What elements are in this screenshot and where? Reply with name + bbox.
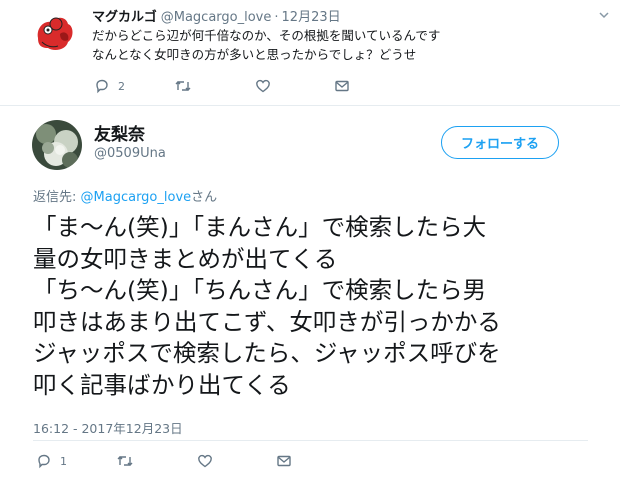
reply-to-prefix: 返信先: <box>33 190 81 205</box>
main-like-button[interactable] <box>197 453 213 469</box>
main-reply-button[interactable]: 1 <box>36 453 67 469</box>
main-retweet-button[interactable] <box>116 453 134 469</box>
main-handle[interactable]: @0509Una <box>94 146 166 161</box>
parent-reply-count: 2 <box>118 79 125 93</box>
parent-date[interactable]: 12月23日 <box>282 10 341 25</box>
parent-text-line: だからどこら辺が何千倍なのか、その根拠を聞いているんです <box>92 28 441 43</box>
parent-header: マグカルゴ @Magcargo_love · 12月23日 <box>92 6 341 25</box>
like-icon <box>197 453 213 469</box>
parent-tweet: マグカルゴ @Magcargo_love · 12月23日 だからどこら辺が何千倍なの… <box>0 0 620 106</box>
parent-action-bar: 2 <box>92 78 392 98</box>
reply-icon <box>36 453 52 469</box>
reply-icon <box>94 78 110 94</box>
tweet-text-line: 叩きはあまり出てこず、女叩きが引っかかる <box>33 307 501 336</box>
retweet-icon <box>116 453 134 469</box>
dm-icon <box>276 453 292 469</box>
main-display-name[interactable]: 友梨奈 <box>94 120 145 145</box>
reply-to-mention[interactable]: @Magcargo_love <box>81 190 192 205</box>
parent-retweet-button[interactable] <box>174 78 192 94</box>
tweet-text-line: 量の女叩きまとめが出てくる <box>33 244 338 273</box>
tweet-text-line: ジャッポスで検索したら、ジャッポス呼びを <box>33 339 501 367</box>
main-action-bar: 1 <box>36 453 336 473</box>
retweet-icon <box>174 78 192 94</box>
parent-tweet-text: だからどこら辺が何千倍なのか、その根拠を聞いているんです なんとなく女叩きの方が… <box>92 26 440 64</box>
tweet-text-line: 「ち〜ん(笑)」「ちんさん」で検索したら男 <box>33 276 487 304</box>
parent-separator: · <box>274 10 279 25</box>
parent-avatar[interactable] <box>30 8 78 56</box>
tweet-timestamp[interactable]: 16:12 - 2017年12月23日 <box>33 418 183 437</box>
tweet-text-line: 叩く記事ばかり出てくる <box>33 370 291 399</box>
follow-button[interactable]: フォローする <box>441 126 559 159</box>
parent-like-button[interactable] <box>255 78 271 94</box>
main-avatar[interactable] <box>32 120 82 170</box>
parent-text-line: なんとなく女叩きの方が多いと思ったからでしょ？どうせ <box>92 47 417 62</box>
parent-reply-button[interactable]: 2 <box>94 78 125 94</box>
parent-handle[interactable]: @Magcargo_love <box>161 10 272 25</box>
main-tweet-text: 「ま〜ん(笑)」「まんさん」で検索したら大 量の女叩きまとめが出てくる 「ち〜ん… <box>33 212 613 401</box>
like-icon <box>255 78 271 94</box>
main-reply-count: 1 <box>60 454 67 468</box>
main-dm-button[interactable] <box>276 453 292 469</box>
dm-icon <box>334 78 350 94</box>
caret-down-icon[interactable] <box>598 6 610 19</box>
divider <box>33 440 588 441</box>
reply-to-line: 返信先: @Magcargo_loveさん <box>33 186 217 205</box>
reply-to-suffix: さん <box>191 190 218 205</box>
parent-display-name[interactable]: マグカルゴ <box>92 10 157 25</box>
tweet-text-line: 「ま〜ん(笑)」「まんさん」で検索したら大 <box>33 213 487 241</box>
parent-dm-button[interactable] <box>334 78 350 94</box>
